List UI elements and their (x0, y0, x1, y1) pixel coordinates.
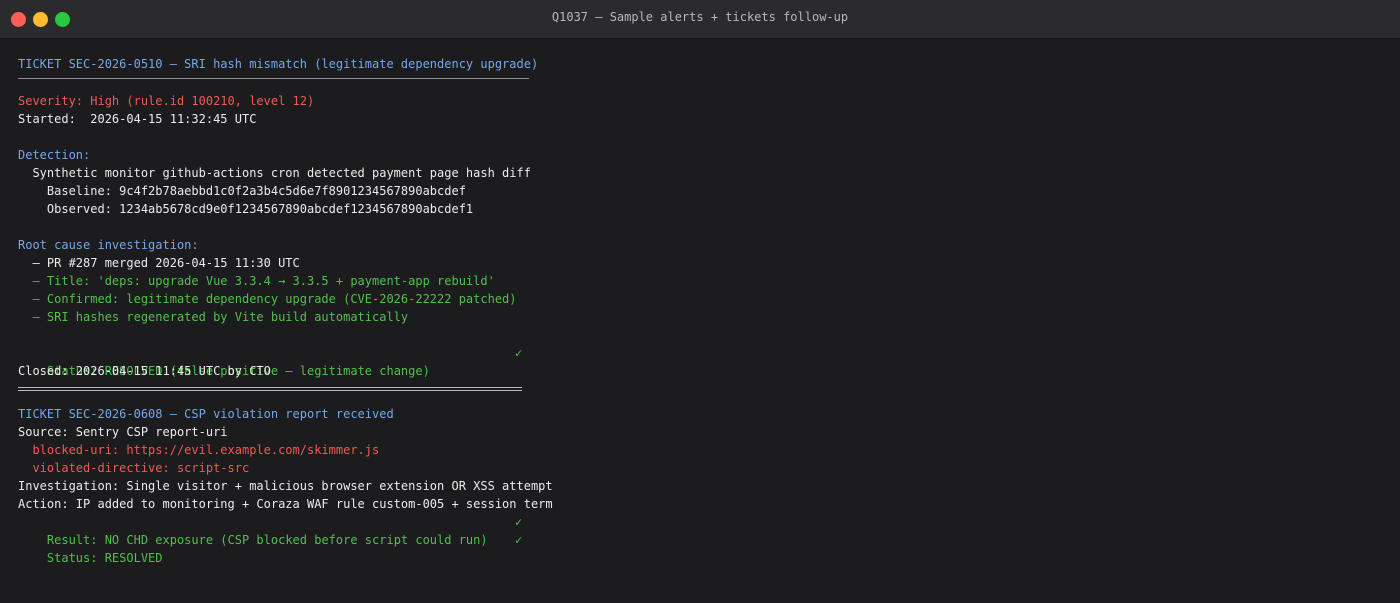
pr-title-line: — Title: 'deps: upgrade Vue 3.3.4 → 3.3.… (18, 274, 495, 288)
sri-regenerated-line: — SRI hashes regenerated by Vite build a… (18, 310, 409, 324)
violated-directive: violated-directive: script-src (18, 461, 250, 475)
ticket-2-status-text: Status: RESOLVED (46, 551, 163, 565)
baseline-hash: Baseline: 9c4f2b78aebbd1c0f2a3b4c5d6e7f8… (18, 184, 466, 198)
confirmed-line: — Confirmed: legitimate dependency upgra… (18, 292, 517, 306)
ticket-1-divider (18, 77, 529, 79)
detection-summary: Synthetic monitor github-actions cron de… (18, 166, 531, 180)
ticket-1-severity: Severity: High (rule.id 100210, level 12… (18, 94, 315, 108)
ticket-2-status: Status: RESOLVED ✓ (18, 531, 1388, 565)
terminal-output[interactable]: TICKET SEC-2026-0510 — SRI hash mismatch… (18, 55, 1388, 565)
check-icon: ✓ (515, 533, 523, 547)
observed-hash: Observed: 1234ab5678cd9e0f1234567890abcd… (18, 202, 474, 216)
ticket-2-source: Source: Sentry CSP report-uri (18, 425, 228, 439)
ticket-2-result: Result: NO CHD exposure (CSP blocked bef… (18, 513, 1388, 547)
ticket-2-action: Action: IP added to monitoring + Coraza … (18, 497, 553, 511)
ticket-1-closed: Closed: 2026-04-15 11:45 UTC by CTO (18, 364, 271, 378)
check-icon: ✓ (515, 515, 523, 529)
pr-merged-line: — PR #287 merged 2026-04-15 11:30 UTC (18, 256, 300, 270)
ticket-1-started: Started: 2026-04-15 11:32:45 UTC (18, 112, 257, 126)
window-title: Q1037 — Sample alerts + tickets follow-u… (551, 10, 849, 24)
ticket-separator (18, 387, 522, 391)
blocked-uri: blocked-uri: https://evil.example.com/sk… (18, 443, 380, 457)
ticket-2-investigation: Investigation: Single visitor + maliciou… (18, 479, 553, 493)
check-icon: ✓ (515, 346, 523, 360)
window-titlebar: Q1037 — Sample alerts + tickets follow-u… (0, 0, 1400, 39)
ticket-2-header: TICKET SEC-2026-0608 — CSP violation rep… (18, 407, 394, 421)
root-cause-label: Root cause investigation: (18, 238, 199, 252)
detection-label: Detection: (18, 148, 91, 162)
ticket-1-status: Status: RESOLVED (false positive — legit… (18, 344, 1388, 378)
ticket-1-header: TICKET SEC-2026-0510 — SRI hash mismatch… (18, 57, 539, 71)
